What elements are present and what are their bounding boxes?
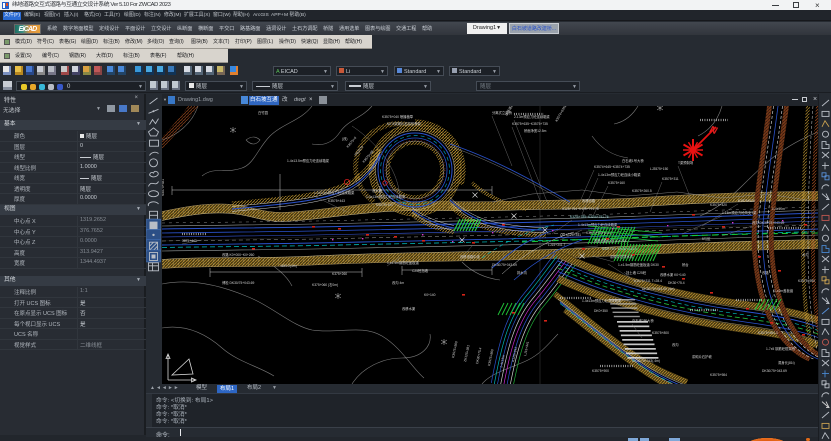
svg-text:K3575+800: K3575+800 [652, 331, 669, 335]
svg-text:K3574+645~K3574+735: K3574+645~K3574+735 [594, 165, 630, 169]
svg-text:浆砌片石护坡: 浆砌片石护坡 [692, 354, 712, 359]
svg-text:4649.2(4m): 4649.2(4m) [280, 264, 297, 268]
svg-text:(改): (改) [342, 136, 348, 141]
svg-text:博松 DK30/75+043.69: 博松 DK30/75+043.69 [222, 280, 255, 285]
svg-text:K3575+443: K3575+443 [328, 199, 345, 203]
svg-text:泄水槽: 泄水槽 [372, 188, 383, 193]
svg-text:K3575+635~K3575+735: K3575+635~K3575+735 [512, 122, 548, 126]
svg-text:K3575+190: K3575+190 [376, 203, 393, 207]
svg-text:K3575+311: K3575+311 [662, 177, 679, 181]
svg-text:K3575+311 T=28.4: K3575+311 T=28.4 [634, 279, 662, 283]
svg-text:1-x1.5m钢筋砼盖板涵 DK30: 1-x1.5m钢筋砼盖板涵 DK30 [618, 262, 659, 267]
svg-text:桥台: 桥台 [682, 262, 689, 267]
svg-text:ZK125+381: ZK125+381 [463, 344, 471, 362]
svg-text:改移道路中线: 改移道路中线 [460, 254, 480, 259]
svg-text:1-7x5 钢筋砼框架桥: 1-7x5 钢筋砼框架桥 [766, 346, 796, 351]
svg-text:DK0+350: DK0+350 [594, 309, 608, 313]
svg-text:DK30+75.4: DK30+75.4 [668, 281, 685, 285]
svg-text:1-16m预应力砼简支T梁: 1-16m预应力砼简支T梁 [722, 210, 757, 215]
svg-text:桥面净宽12.5m: 桥面净宽12.5m [524, 128, 547, 133]
svg-text:洞身长(81t): 洞身长(81t) [778, 360, 795, 365]
svg-text:DK30/75+043.69 (4m): DK30/75+043.69 (4m) [642, 287, 675, 291]
svg-text:1-4x10m: 1-4x10m [772, 207, 785, 211]
svg-text:K3575+984.3: K3575+984.3 [758, 331, 778, 335]
svg-text:K3575+040 喷播植草: K3575+040 喷播植草 [382, 114, 414, 119]
svg-text:1-x2m盖板涵: 1-x2m盖板涵 [774, 288, 794, 293]
svg-text:白石坡1号大桥: 白石坡1号大桥 [622, 158, 644, 163]
svg-text:N3875+581: N3875+581 [162, 179, 165, 196]
svg-text:K375+060 (右0m): K375+060 (右0m) [312, 282, 338, 287]
svg-text:K3575+160: K3575+160 [608, 181, 625, 185]
svg-text:浆砌片石排水沟: 浆砌片石排水沟 [610, 254, 634, 259]
svg-text:改移道路中线 D1+783: 改移道路中线 D1+783 [594, 238, 627, 243]
svg-text:改沟 DK30/75+043.69: 改沟 DK30/75+043.69 [752, 220, 785, 225]
svg-text:DK30/75+043(.4m): DK30/75+043(.4m) [632, 359, 660, 363]
svg-text:DK30/75+043.69: DK30/75+043.69 [762, 369, 787, 373]
svg-text:K32/4+785~K32/4+791.76: K32/4+785~K32/4+791.76 [570, 215, 609, 219]
svg-text:K3575+420: K3575+420 [710, 203, 727, 207]
svg-text:K3575+984: K3575+984 [710, 373, 727, 377]
svg-text:1-4x13m预应力砼连续箱梁: 1-4x13m预应力砼连续箱梁 [578, 222, 618, 227]
svg-text:K30+75.4~DK30+141.9: K30+75.4~DK30+141.9 [602, 247, 637, 251]
svg-text:C25砼挡墙: C25砼挡墙 [412, 268, 429, 273]
svg-text:K125+764~K125+791.76: K125+764~K125+791.76 [562, 207, 599, 211]
svg-text:1-4x13.5m预应力砼连续箱梁: 1-4x13.5m预应力砼连续箱梁 [287, 158, 330, 163]
svg-text:DK30+75.4: DK30+75.4 [475, 347, 482, 364]
svg-text:N: N [708, 124, 719, 137]
svg-text:K3575+900: K3575+900 [592, 369, 609, 373]
svg-text:QD K125+341: QD K125+341 [560, 233, 581, 237]
svg-text:K3575+260.5: K3575+260.5 [632, 189, 652, 193]
svg-text:3875+443: 3875+443 [182, 239, 197, 243]
svg-text:DK30/75+043.69: DK30/75+043.69 [492, 263, 517, 267]
svg-text:K3575+860: K3575+860 [487, 349, 494, 367]
svg-text:T梁预制场: T梁预制场 [678, 160, 694, 165]
svg-text:排水沟: 排水沟 [517, 270, 528, 275]
svg-text:改路 K0+000~K0+260: 改路 K0+000~K0+260 [222, 252, 255, 257]
svg-text:LJ15+341.7: LJ15+341.7 [548, 243, 565, 247]
svg-text:K3574+635设计: K3574+635设计 [554, 106, 570, 123]
svg-text:1-4x13m预应力砼连续箱梁: 1-4x13m预应力砼连续箱梁 [366, 194, 406, 199]
svg-text:LJ3575+150: LJ3575+150 [650, 167, 668, 171]
svg-text:白竹园: 白竹园 [258, 110, 269, 115]
svg-text:K0+140: K0+140 [424, 293, 436, 297]
svg-text:改移水渠: 改移水渠 [402, 306, 416, 311]
svg-text:改移水渠 K0+140: 改移水渠 K0+140 [660, 272, 686, 277]
svg-text:K3575+950: K3575+950 [798, 279, 815, 283]
svg-text:K3575+520: K3575+520 [738, 199, 755, 203]
svg-text:5与区: 5与区 [702, 236, 711, 241]
svg-text:白石坡2号大桥: 白石坡2号大桥 [632, 318, 654, 323]
svg-text:1-x1.5m钢筋砼盖板涵: 1-x1.5m钢筋砼盖板涵 [387, 260, 419, 265]
svg-text:1-4x13m预应力砼连续小箱梁: 1-4x13m预应力砼连续小箱梁 [598, 172, 641, 177]
svg-text:K375+260: K375+260 [332, 272, 347, 276]
svg-text:1-343.5m预应力砼连续箱梁: 1-343.5m预应力砼连续箱梁 [314, 190, 355, 195]
svg-text:K3575+900: K3575+900 [451, 341, 458, 359]
svg-text:改路: 改路 [762, 270, 769, 275]
svg-text:2-13m预应力砼连续箱梁: 2-13m预应力砼连续箱梁 [514, 114, 550, 119]
svg-text:改移道路: 改移道路 [582, 198, 596, 203]
svg-text:1-4x13m预应力砼连续箱梁: 1-4x13m预应力砼连续箱梁 [582, 298, 622, 303]
svg-text:M7.5浆砌片石拱形骨架: M7.5浆砌片石拱形骨架 [387, 121, 421, 126]
svg-text:改沟 4m: 改沟 4m [392, 280, 404, 285]
svg-text:改沟: 改沟 [672, 342, 679, 347]
svg-text:挡土墙 C25砼: 挡土墙 C25砼 [626, 270, 647, 275]
svg-text:水沟: 水沟 [802, 252, 809, 257]
